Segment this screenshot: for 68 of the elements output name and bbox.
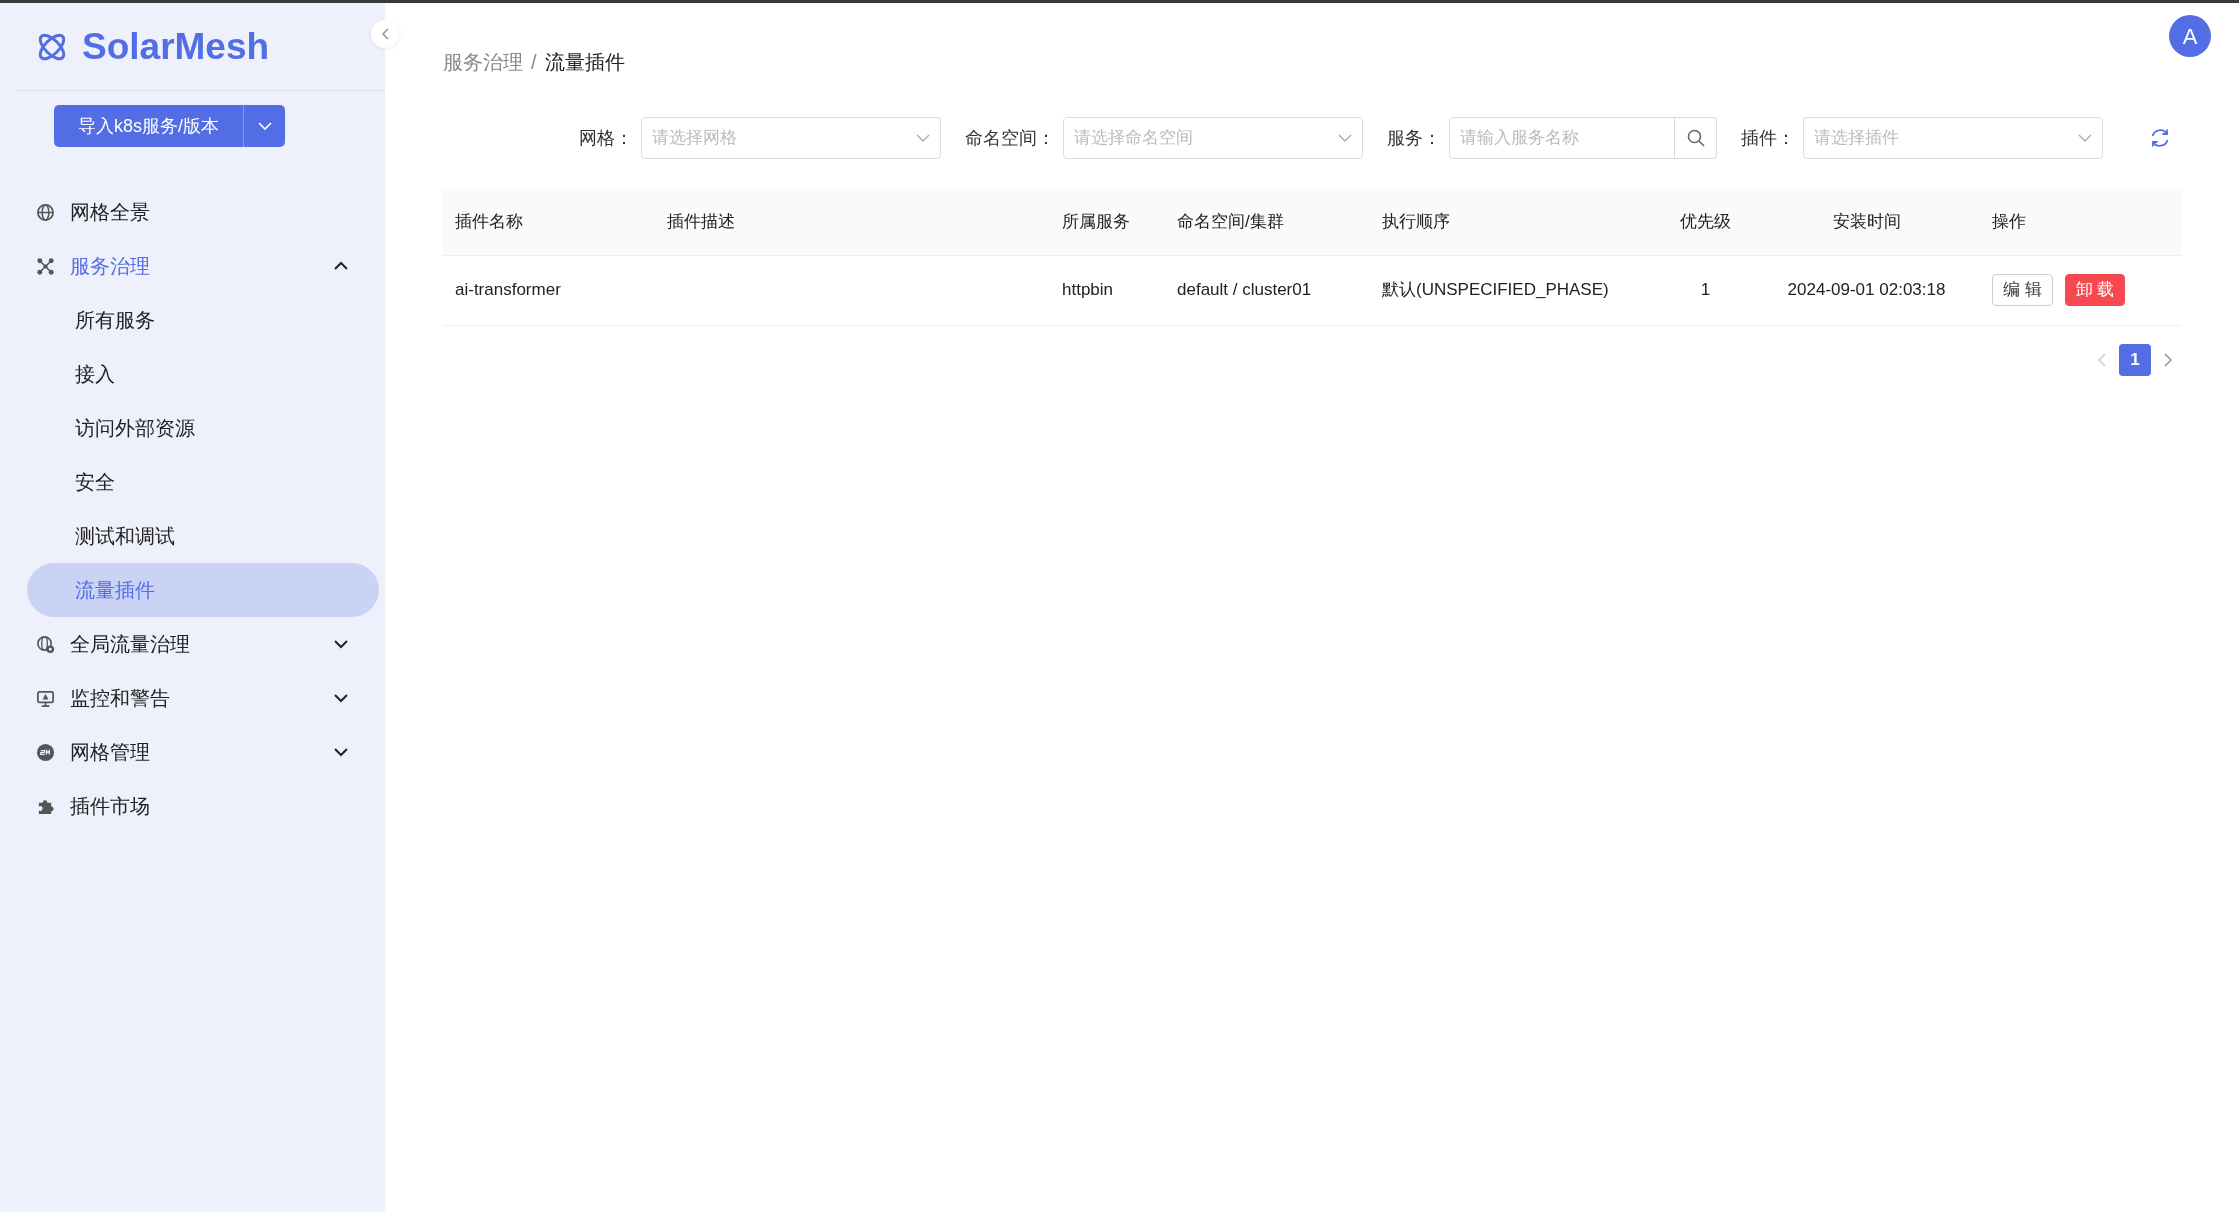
submenu-item[interactable]: 所有服务 (27, 293, 379, 347)
column-header: 安装时间 (1753, 189, 1980, 255)
breadcrumb-item[interactable]: 服务治理 (443, 51, 523, 73)
column-header: 优先级 (1658, 189, 1753, 255)
placeholder-text: 请选择插件 (1814, 127, 1899, 150)
menu-item[interactable]: 服务治理 (0, 239, 385, 293)
caret-icon (1338, 134, 1352, 142)
column-header: 所属服务 (1050, 189, 1165, 255)
menu-item[interactable]: 监控和警告 (0, 671, 385, 725)
chevron-down-icon (333, 746, 349, 758)
menu-label: 插件市场 (70, 794, 150, 819)
submenu-item[interactable]: 测试和调试 (27, 509, 379, 563)
submenu-item[interactable]: 接入 (27, 347, 379, 401)
nodes-icon (36, 256, 55, 276)
menu-label: 服务治理 (70, 254, 150, 279)
table-cell: 1 (1658, 255, 1753, 325)
table-cell: 2024-09-01 02:03:18 (1753, 255, 1980, 325)
table-cell: default / cluster01 (1165, 255, 1370, 325)
filter-label: 插件： (1741, 126, 1795, 150)
chevron-down-icon (333, 692, 349, 704)
logo-text: SolarMesh (82, 24, 270, 69)
menu-item[interactable]: 全局流量治理 (0, 617, 385, 671)
dropdown-button[interactable] (243, 105, 285, 147)
chevron-down-icon (333, 638, 349, 650)
chevron-right-icon[interactable] (2163, 352, 2173, 367)
table-cell: ai-transformer (443, 255, 655, 325)
filter-label: 命名空间： (965, 126, 1055, 150)
search-field[interactable]: 请输入服务名称 (1449, 117, 1675, 159)
placeholder-text: 请选择网格 (652, 127, 737, 150)
search-icon (1686, 129, 1705, 147)
column-header: 命名空间/集群 (1165, 189, 1370, 255)
table-cell: httpbin (1050, 255, 1165, 325)
globe-icon (36, 202, 55, 222)
table-cell: 默认(UNSPECIFIED_PHASE) (1370, 255, 1658, 325)
import-button[interactable]: 导入k8s服务/版本 (54, 105, 243, 147)
filter-label: 网格： (579, 126, 633, 150)
menu-label: 网格管理 (70, 740, 150, 765)
menu-item[interactable]: 网格管理 (0, 725, 385, 779)
refresh-icon[interactable] (2149, 127, 2171, 149)
submenu-item[interactable]: 安全 (27, 455, 379, 509)
globe-gear-icon (36, 634, 55, 654)
caret-icon (2078, 134, 2092, 142)
submenu-item[interactable]: 访问外部资源 (27, 401, 379, 455)
monitor-icon (36, 688, 55, 708)
search-button[interactable] (1675, 117, 1717, 159)
column-header: 插件描述 (655, 189, 1050, 255)
caret-icon (257, 121, 272, 131)
menu-label: 网格全景 (70, 200, 150, 225)
chevron-up-icon (333, 260, 349, 272)
menu-label: 监控和警告 (70, 686, 170, 711)
uninstall-button[interactable]: 卸 载 (2064, 274, 2126, 306)
menu-label: 全局流量治理 (70, 632, 190, 657)
chevron-left-icon (381, 28, 389, 40)
breadcrumb-separator: / (531, 51, 537, 73)
collapse-button[interactable] (371, 20, 399, 48)
user-avatar[interactable]: A (2169, 15, 2211, 57)
edit-button[interactable]: 编 辑 (1992, 274, 2053, 306)
column-header: 执行顺序 (1370, 189, 1658, 255)
filter-label: 服务： (1387, 126, 1441, 150)
column-header: 操作 (1980, 189, 2181, 255)
placeholder-text: 请选择命名空间 (1074, 127, 1193, 150)
page-button[interactable]: 1 (2119, 343, 2151, 376)
breadcrumb-item: 流量插件 (544, 51, 625, 73)
caret-icon (916, 134, 930, 142)
badge-icon (36, 742, 55, 762)
column-header: 插件名称 (443, 189, 655, 255)
menu-item[interactable]: 插件市场 (0, 779, 385, 833)
menu-item[interactable]: 网格全景 (0, 185, 385, 239)
